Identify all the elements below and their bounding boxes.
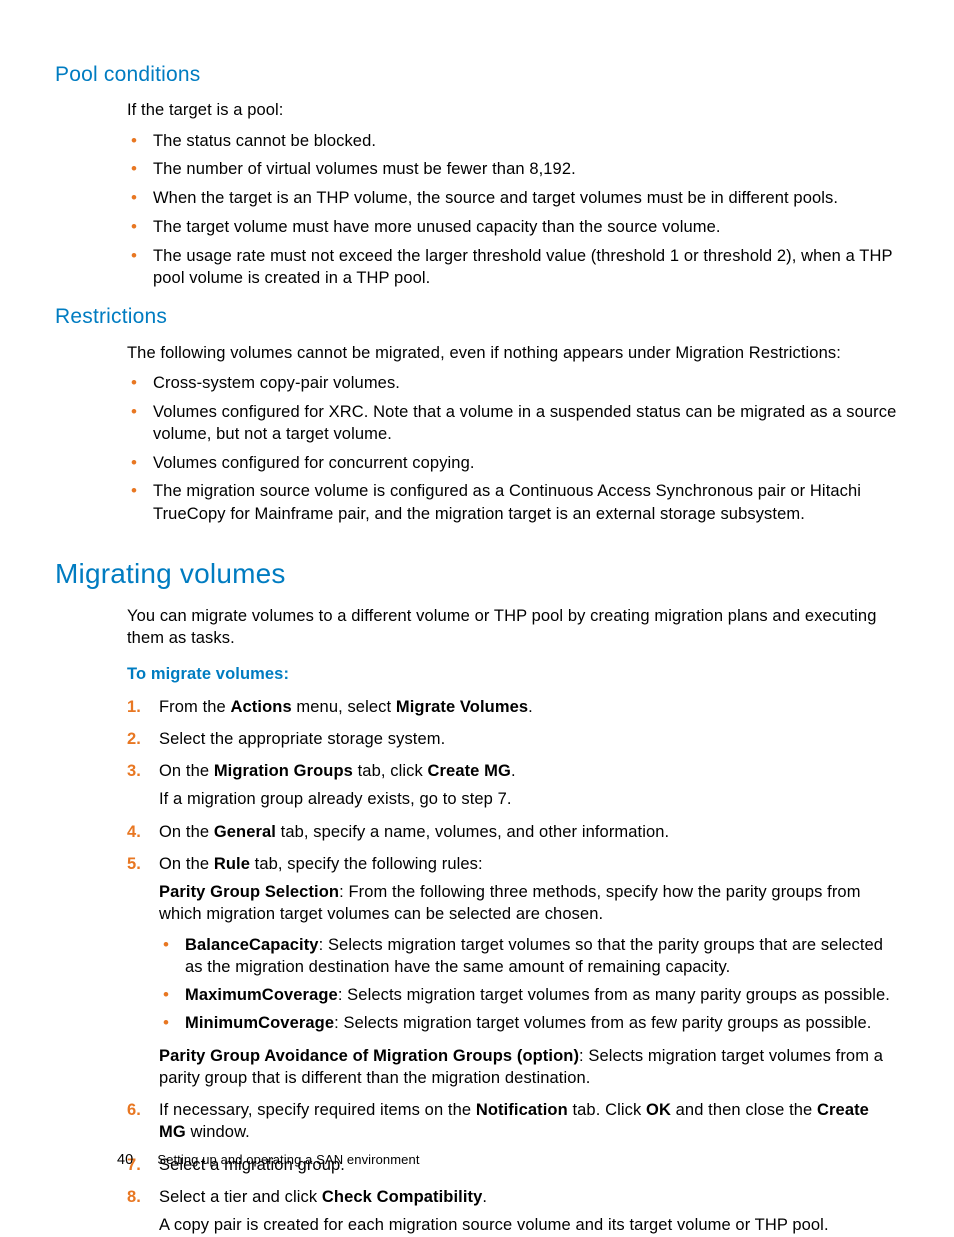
list-item: MinimumCoverage: Selects migration targe… <box>159 1012 899 1034</box>
list-item: MaximumCoverage: Selects migration targe… <box>159 984 899 1006</box>
option-name: MinimumCoverage <box>185 1014 334 1032</box>
step-text: On the <box>159 823 214 841</box>
option-text: : Selects migration target volumes from … <box>338 986 890 1004</box>
rule-name: Parity Group Selection <box>159 883 339 901</box>
procedure-title: To migrate volumes: <box>127 663 899 685</box>
list-item: Volumes configured for concurrent copyin… <box>127 452 899 474</box>
step-text: tab. Click <box>568 1101 646 1119</box>
step-item: Select the appropriate storage system. <box>127 728 899 750</box>
list-item: When the target is an THP volume, the so… <box>127 187 899 209</box>
step-text: . <box>482 1188 487 1206</box>
option-name: MaximumCoverage <box>185 986 338 1004</box>
list-item: The number of virtual volumes must be fe… <box>127 158 899 180</box>
heading-migrating-volumes: Migrating volumes <box>55 555 899 593</box>
option-text: : Selects migration target volumes from … <box>334 1014 871 1032</box>
page-number: 40 <box>117 1152 133 1168</box>
step-item: If necessary, specify required items on … <box>127 1099 899 1144</box>
step-text: and then close the <box>671 1101 817 1119</box>
ui-ref: Migrate Volumes <box>396 698 528 716</box>
list-item: The migration source volume is configure… <box>127 480 899 525</box>
step-text: Select a tier and click <box>159 1188 322 1206</box>
step-item: From the Actions menu, select Migrate Vo… <box>127 696 899 718</box>
option-name: BalanceCapacity <box>185 936 319 954</box>
step-text: If necessary, specify required items on … <box>159 1101 476 1119</box>
step-item: On the General tab, specify a name, volu… <box>127 821 899 843</box>
step-text: tab, specify the following rules: <box>250 855 483 873</box>
ui-ref: Actions <box>231 698 292 716</box>
step-item: Select a tier and click Check Compatibil… <box>127 1186 899 1237</box>
step-text: tab, click <box>353 762 428 780</box>
step-text: menu, select <box>292 698 396 716</box>
ui-ref: Rule <box>214 855 250 873</box>
ui-ref: General <box>214 823 276 841</box>
step-note: If a migration group already exists, go … <box>159 788 899 810</box>
step-text: On the <box>159 855 214 873</box>
step-text: On the <box>159 762 214 780</box>
ui-ref: Notification <box>476 1101 568 1119</box>
rule-paragraph: Parity Group Selection: From the followi… <box>159 881 899 926</box>
ui-ref: Create MG <box>428 762 511 780</box>
restrictions-intro: The following volumes cannot be migrated… <box>127 342 899 364</box>
heading-restrictions: Restrictions <box>55 303 899 331</box>
ui-ref: Check Compatibility <box>322 1188 483 1206</box>
rule-options: BalanceCapacity : Selects migration targe… <box>159 934 899 1035</box>
ui-ref: OK <box>646 1101 671 1119</box>
heading-pool-conditions: Pool conditions <box>55 61 899 89</box>
step-text: window. <box>186 1123 250 1141</box>
step-text: . <box>528 698 533 716</box>
list-item: The status cannot be blocked. <box>127 130 899 152</box>
rule-name: Parity Group Avoidance of Migration Grou… <box>159 1047 579 1065</box>
list-item: BalanceCapacity: Selects migration targe… <box>159 934 899 979</box>
step-text: tab, specify a name, volumes, and other … <box>276 823 669 841</box>
pool-list: The status cannot be blocked. The number… <box>127 130 899 290</box>
footer-title: Setting up and operating a SAN environme… <box>157 1152 419 1167</box>
step-item: On the Rule tab, specify the following r… <box>127 853 899 1089</box>
page-footer: 40 Setting up and operating a SAN enviro… <box>117 1150 420 1171</box>
rule-paragraph: Parity Group Avoidance of Migration Grou… <box>159 1045 899 1090</box>
migrating-intro: You can migrate volumes to a different v… <box>127 605 899 650</box>
restrictions-list: Cross-system copy-pair volumes. Volumes … <box>127 372 899 525</box>
step-text: . <box>511 762 516 780</box>
list-item: Volumes configured for XRC. Note that a … <box>127 401 899 446</box>
list-item: Cross-system copy-pair volumes. <box>127 372 899 394</box>
step-note: A copy pair is created for each migratio… <box>159 1214 899 1236</box>
list-item: The target volume must have more unused … <box>127 216 899 238</box>
list-item: The usage rate must not exceed the large… <box>127 245 899 290</box>
pool-intro: If the target is a pool: <box>127 99 899 121</box>
ui-ref: Migration Groups <box>214 762 353 780</box>
step-text: From the <box>159 698 231 716</box>
step-item: On the Migration Groups tab, click Creat… <box>127 760 899 811</box>
